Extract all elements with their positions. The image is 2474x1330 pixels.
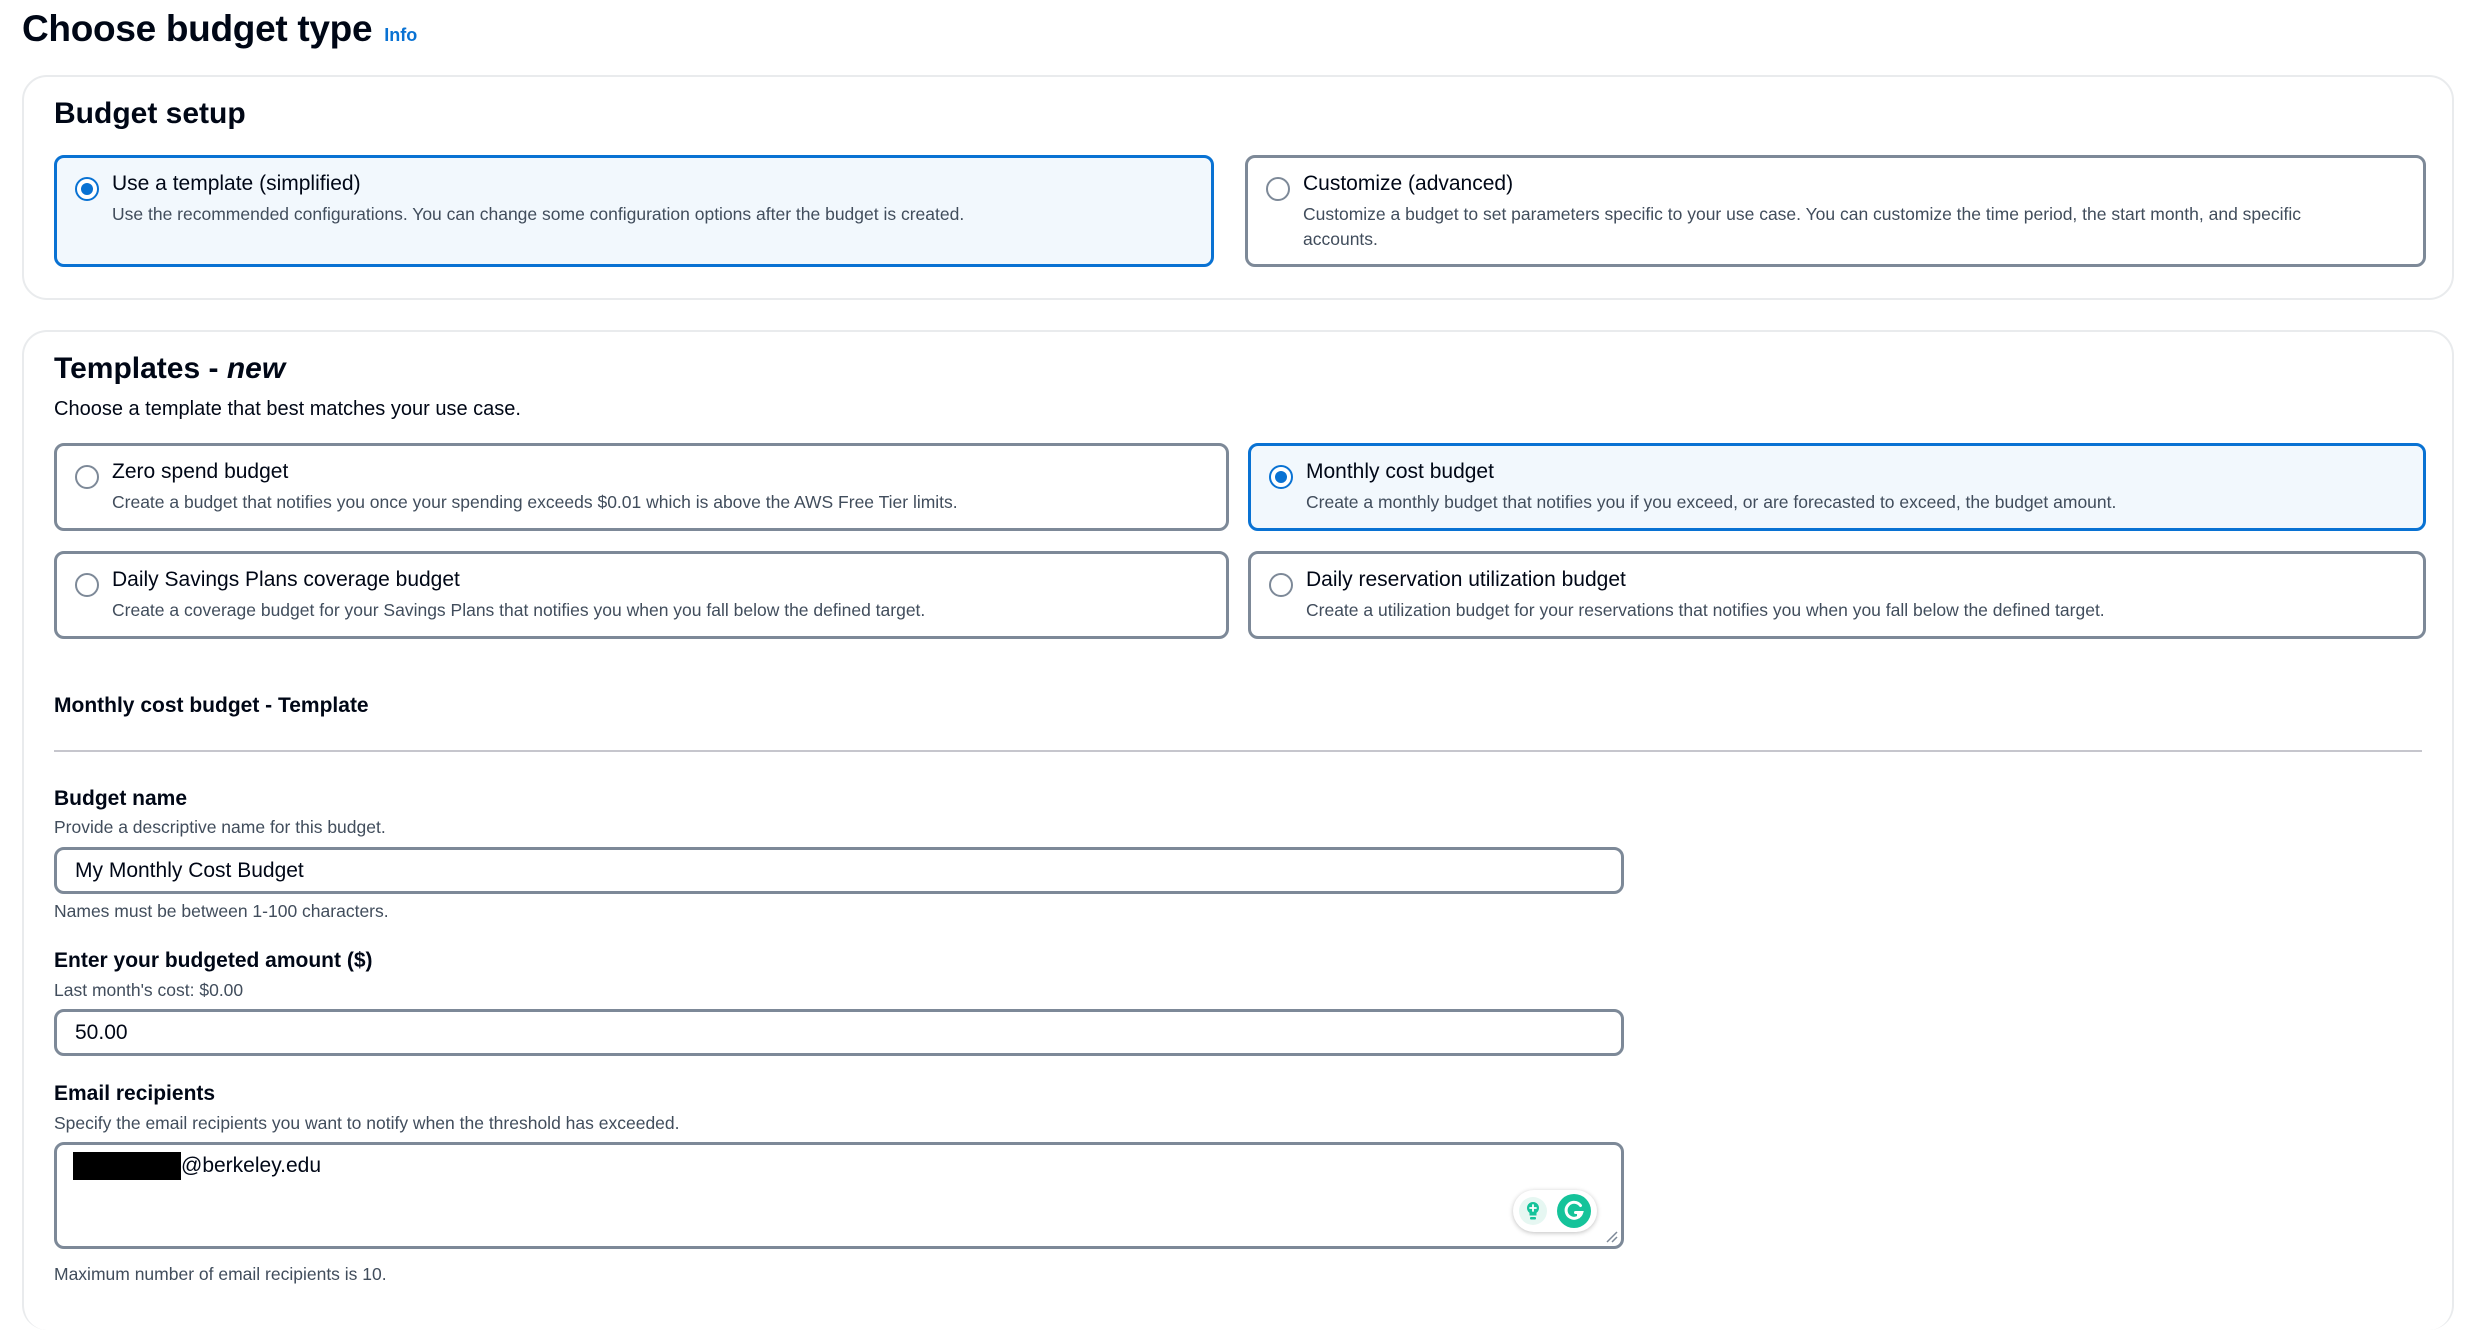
template-section-title: Monthly cost budget - Template [54, 694, 369, 717]
use-template-title: Use a template (simplified) [112, 172, 361, 195]
budgeted-amount-input[interactable]: 50.00 [54, 1009, 1624, 1056]
email-recipients-label: Email recipients [54, 1082, 216, 1105]
monthly-cost-title: Monthly cost budget [1306, 460, 1494, 483]
customize-option[interactable]: Customize (advanced) Customize a budget … [1245, 155, 2426, 267]
grammarly-widget[interactable] [1513, 1190, 1597, 1232]
redacted-block [73, 1152, 181, 1180]
zero-spend-description: Create a budget that notifies you once y… [112, 492, 958, 512]
templates-panel: Templates - new Choose a template that b… [22, 330, 2454, 1330]
use-template-description: Use the recommended configurations. You … [112, 204, 965, 224]
budget-name-value: My Monthly Cost Budget [75, 858, 304, 882]
budget-setup-heading: Budget setup [54, 97, 246, 130]
page-title: Choose budget type [22, 8, 373, 49]
budget-name-description: Provide a descriptive name for this budg… [54, 817, 386, 837]
email-recipients-description: Specify the email recipients you want to… [54, 1113, 680, 1133]
last-month-cost: Last month's cost: $0.00 [54, 980, 244, 1000]
budgeted-amount-label: Enter your budgeted amount ($) [54, 949, 373, 972]
monthly-cost-option[interactable]: Monthly cost budget Create a monthly bud… [1248, 443, 2426, 531]
lightbulb-plus-icon[interactable] [1518, 1196, 1548, 1226]
savings-plans-radio[interactable] [75, 573, 99, 597]
reservation-utilization-option[interactable]: Daily reservation utilization budget Cre… [1248, 551, 2426, 639]
templates-subtitle: Choose a template that best matches your… [54, 398, 521, 420]
budget-setup-panel: Budget setup Use a template (simplified)… [22, 75, 2454, 300]
email-domain: @berkeley.edu [181, 1154, 322, 1177]
section-divider [54, 750, 2422, 752]
templates-new-label: new [226, 352, 286, 385]
monthly-cost-description: Create a monthly budget that notifies yo… [1306, 492, 2117, 512]
email-recipients-hint: Maximum number of email recipients is 10… [54, 1264, 387, 1284]
reservation-utilization-title: Daily reservation utilization budget [1306, 568, 1626, 591]
budget-name-input[interactable]: My Monthly Cost Budget [54, 847, 1624, 894]
grammarly-icon[interactable] [1556, 1193, 1592, 1229]
savings-plans-title: Daily Savings Plans coverage budget [112, 568, 460, 591]
monthly-cost-radio[interactable] [1269, 465, 1293, 489]
budget-name-label: Budget name [54, 787, 188, 810]
email-recipients-textarea[interactable]: @berkeley.edu [54, 1142, 1624, 1249]
savings-plans-option[interactable]: Daily Savings Plans coverage budget Crea… [54, 551, 1229, 639]
budget-name-hint: Names must be between 1-100 characters. [54, 901, 389, 921]
resize-grip-icon[interactable] [1602, 1227, 1618, 1243]
zero-spend-title: Zero spend budget [112, 460, 289, 483]
savings-plans-description: Create a coverage budget for your Saving… [112, 600, 926, 620]
budgeted-amount-value: 50.00 [75, 1020, 128, 1044]
customize-radio[interactable] [1266, 177, 1290, 201]
reservation-utilization-description: Create a utilization budget for your res… [1306, 600, 2105, 620]
info-link[interactable]: Info [384, 25, 417, 46]
customize-title: Customize (advanced) [1303, 172, 1514, 195]
email-recipients-value: @berkeley.edu [73, 1152, 321, 1180]
page-header: Choose budget type Info [22, 8, 417, 50]
templates-heading-text: Templates - [54, 352, 227, 385]
zero-spend-radio[interactable] [75, 465, 99, 489]
use-template-radio[interactable] [75, 177, 99, 201]
use-template-option[interactable]: Use a template (simplified) Use the reco… [54, 155, 1214, 267]
customize-description: Customize a budget to set parameters spe… [1303, 204, 2302, 249]
templates-heading: Templates - new [54, 352, 285, 386]
reservation-utilization-radio[interactable] [1269, 573, 1293, 597]
zero-spend-option[interactable]: Zero spend budget Create a budget that n… [54, 443, 1229, 531]
